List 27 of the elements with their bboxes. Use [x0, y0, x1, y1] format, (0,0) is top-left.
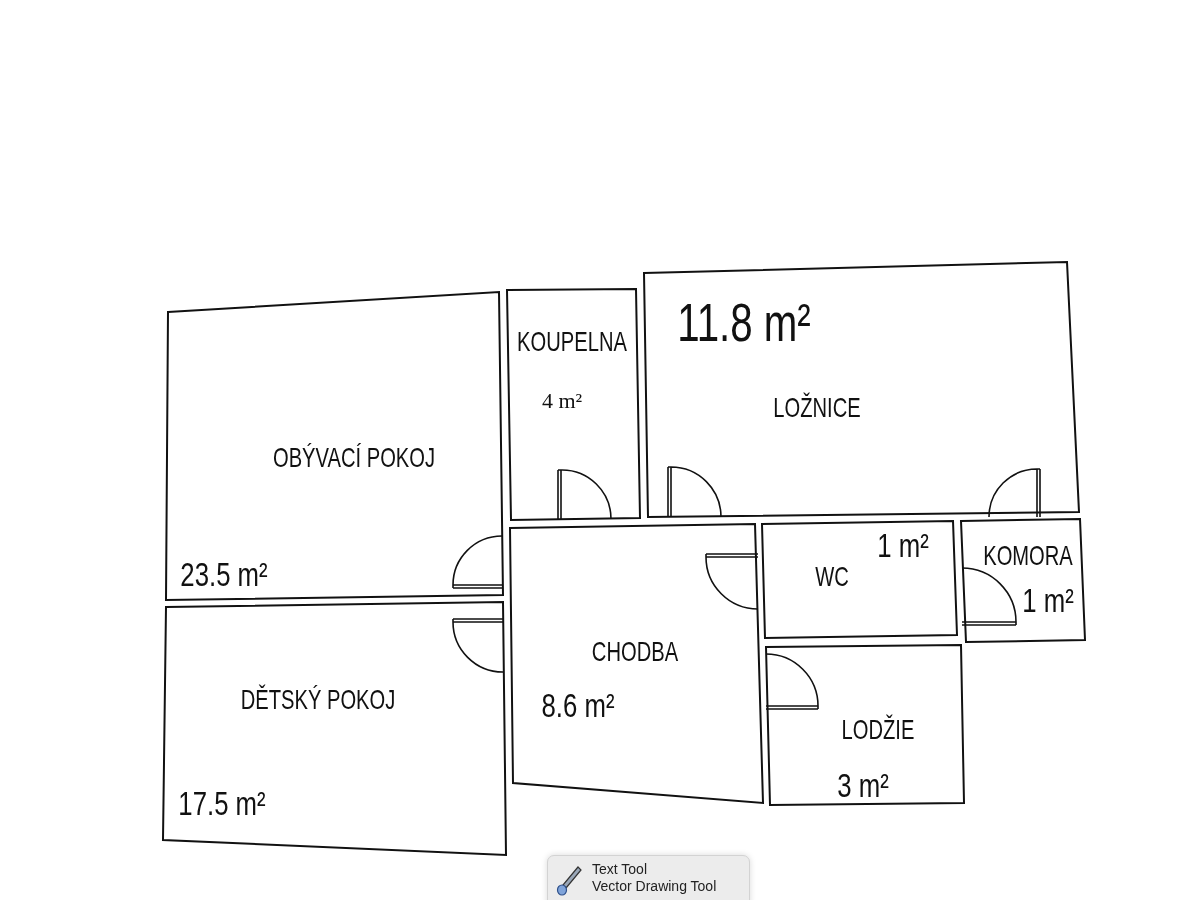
room-area-label: 3 m²	[837, 768, 889, 802]
door-swing-icon	[452, 618, 504, 673]
room-label: DĚTSKÝ POKOJ	[240, 686, 396, 714]
room-label: LODŽIE	[841, 716, 915, 744]
room-area-label: 8.6 m²	[541, 688, 615, 722]
room-area-label: 23.5 m²	[180, 557, 268, 591]
room-label: OBÝVACÍ POKOJ	[272, 444, 436, 472]
room-area-label: 4 m²	[541, 390, 583, 412]
tool-menu-item[interactable]: Text Tool	[592, 861, 717, 878]
room-label: KOUPELNA	[517, 328, 627, 356]
room-label: CHODBA	[591, 638, 679, 666]
room-label: LOŽNICE	[773, 394, 861, 422]
door-swing-icon	[557, 469, 612, 520]
room-area-label: 1 m²	[877, 528, 929, 562]
room-label: WC	[815, 563, 849, 591]
room-area-label: 11.8 m²	[677, 295, 811, 349]
room-label: KOMORA	[983, 542, 1073, 570]
door-swing-icon	[452, 535, 503, 589]
door-swing-icon	[988, 468, 1041, 518]
door-swing-icon	[961, 567, 1017, 626]
tool-menu-item[interactable]: Vector Drawing Tool	[592, 878, 717, 895]
door-swing-icon	[765, 653, 819, 710]
door-swing-icon	[667, 466, 722, 518]
room-area-label: 1 m²	[1022, 583, 1074, 617]
room-area-label: 17.5 m²	[178, 786, 266, 820]
pen-icon	[556, 865, 582, 897]
door-swing-icon	[705, 553, 759, 610]
